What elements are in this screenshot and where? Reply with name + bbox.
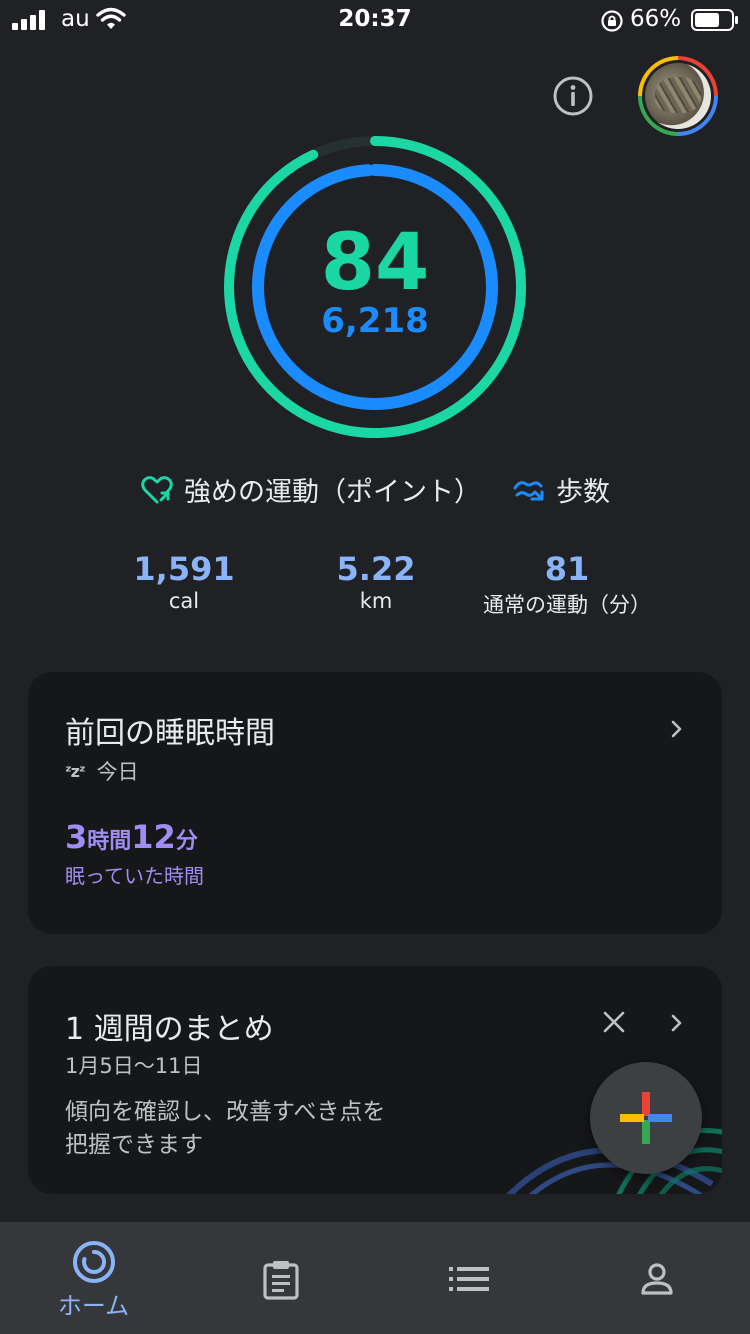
nav-journal[interactable] (187, 1222, 374, 1334)
stat-distance: 5.22 km (316, 550, 436, 614)
stats-row: 1,591 cal 5.22 km 81 通常の運動（分） (0, 550, 750, 622)
sleep-day-label: 今日 (96, 760, 139, 784)
sleep-hours: 3 (65, 818, 88, 856)
weekly-card-title: 1 週間のまとめ (65, 1012, 274, 1047)
sleep-hours-unit: 時間 (87, 829, 132, 854)
legend-steps-label: 歩数 (556, 477, 610, 508)
heart-points-icon (141, 475, 173, 503)
sleep-card[interactable]: 前回の睡眠時間 ᶻzᶻ 今日 3時間12分 眠っていた時間 (28, 672, 722, 934)
chevron-right-icon (671, 1014, 682, 1032)
weekly-description: 傾向を確認し、改善すべき点を 把握できます (65, 1096, 485, 1163)
bottom-navigation: ホーム (0, 1222, 750, 1334)
steps-icon (513, 480, 544, 500)
home-rings-icon (73, 1241, 115, 1283)
distance-unit: km (359, 589, 393, 614)
sleep-minutes-unit: 分 (175, 829, 198, 854)
activity-rings[interactable]: 84 6,218 (224, 136, 526, 438)
weekly-description-line2: 把握できます (65, 1132, 203, 1159)
sleep-zz-icon: ᶻzᶻ (65, 761, 86, 781)
close-icon[interactable] (602, 1010, 626, 1034)
legend-steps[interactable]: 歩数 (512, 470, 610, 509)
status-bar: au 20:37 66% (0, 0, 750, 40)
avatar-frame (642, 60, 714, 132)
battery-icon (691, 9, 738, 31)
sleep-duration: 3時間12分 (65, 818, 198, 856)
chevron-right-icon (671, 720, 682, 738)
sleep-day: ᶻzᶻ 今日 (65, 756, 139, 786)
plus-icon (620, 1092, 672, 1144)
ring-legend: 強めの運動（ポイント） 歩数 (0, 470, 750, 514)
calories-value: 1,591 (133, 550, 235, 588)
sleep-minutes: 12 (131, 818, 176, 856)
legend-heart-points[interactable]: 強めの運動（ポイント） (140, 470, 481, 509)
calories-unit: cal (168, 589, 200, 614)
nav-home-label: ホーム (57, 1292, 130, 1320)
nav-home[interactable]: ホーム (0, 1222, 187, 1334)
stat-calories: 1,591 cal (124, 550, 244, 614)
heart-points-value: 84 (320, 218, 430, 308)
info-icon (553, 76, 593, 116)
weekly-description-line1: 傾向を確認し、改善すべき点を (65, 1099, 386, 1125)
rotation-lock-icon (601, 10, 623, 32)
cat-photo (655, 77, 701, 113)
distance-value: 5.22 (336, 550, 416, 588)
list-icon (449, 1267, 489, 1291)
profile-avatar-button[interactable] (638, 56, 718, 136)
move-minutes-value: 81 (544, 550, 590, 588)
stat-move-minutes: 81 通常の運動（分） (462, 550, 672, 619)
move-minutes-unit: 通常の運動（分） (483, 593, 651, 618)
weekly-dates: 1月5日～11日 (65, 1054, 203, 1078)
clipboard-icon (263, 1261, 299, 1300)
info-button[interactable] (552, 75, 594, 117)
nav-profile[interactable] (562, 1222, 749, 1334)
person-icon (641, 1263, 673, 1295)
steps-value: 6,218 (321, 301, 429, 341)
sleep-card-title: 前回の睡眠時間 (65, 716, 275, 751)
add-activity-button[interactable] (590, 1062, 702, 1174)
battery-percent: 66% (630, 6, 682, 32)
avatar (645, 63, 711, 129)
nav-browse[interactable] (375, 1222, 562, 1334)
legend-heart-points-label: 強めの運動（ポイント） (184, 477, 481, 508)
sleep-duration-label: 眠っていた時間 (65, 864, 204, 888)
